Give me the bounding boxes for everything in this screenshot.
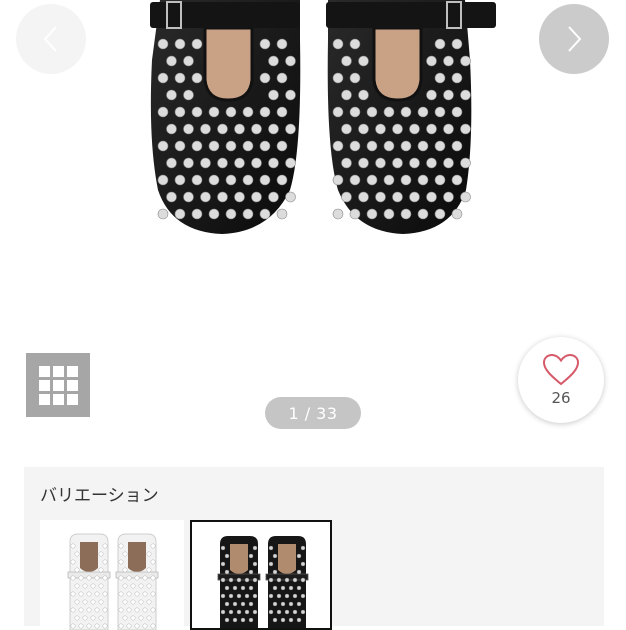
chevron-left-icon <box>43 26 57 52</box>
heart-icon <box>542 353 580 386</box>
image-counter: 1 / 33 <box>265 397 361 429</box>
product-image <box>0 0 626 340</box>
right-shoe <box>326 0 496 234</box>
chevron-right-icon <box>568 26 582 52</box>
variation-thumb-black[interactable] <box>190 520 332 630</box>
white-shoes-thumbnail <box>67 533 159 630</box>
favorite-button[interactable]: 26 <box>518 337 604 423</box>
variation-section: バリエーション <box>24 467 604 630</box>
thumbnail-grid-button[interactable] <box>26 353 90 417</box>
grid-icon <box>38 365 78 405</box>
variation-thumb-white[interactable] <box>40 520 184 630</box>
variation-title: バリエーション <box>40 486 159 506</box>
favorite-count: 26 <box>551 389 571 407</box>
previous-image-button[interactable] <box>16 4 86 74</box>
next-image-button[interactable] <box>539 4 609 74</box>
studded-shoes-image <box>150 0 496 234</box>
black-shoes-thumbnail <box>217 536 309 628</box>
left-shoe <box>150 0 301 234</box>
